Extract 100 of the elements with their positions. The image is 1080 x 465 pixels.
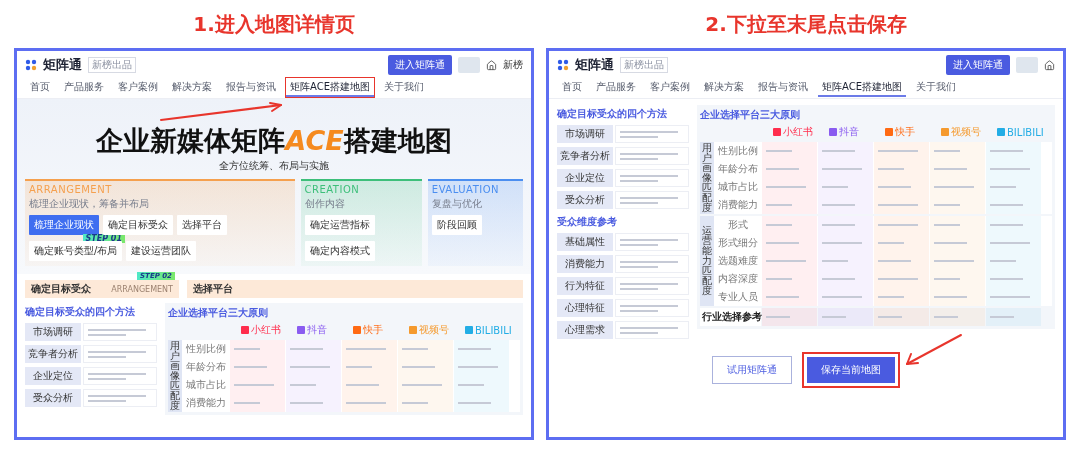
nav-link[interactable]: 报告与资讯 <box>221 77 281 98</box>
enter-app-button[interactable]: 进入矩阵通 <box>388 55 452 75</box>
nav-link[interactable]: 解决方案 <box>167 77 217 98</box>
blurred-text-line <box>766 150 792 152</box>
blurred-text-line <box>878 278 918 280</box>
blurred-text-line <box>766 204 792 206</box>
logo-icon <box>557 59 569 71</box>
blurred-text-line <box>620 265 659 268</box>
blurred-text-line <box>878 242 904 244</box>
nav-link[interactable]: 关于我们 <box>378 77 429 98</box>
blurred-text-line <box>990 316 1014 318</box>
blurred-text-line <box>822 150 855 152</box>
blurred-text-line <box>88 328 146 331</box>
nav-link[interactable]: 矩阵ACE搭建地图 <box>285 77 375 98</box>
user-name[interactable]: 新榜 <box>503 58 523 72</box>
blurred-text-line <box>620 326 678 329</box>
home-icon[interactable] <box>486 59 497 71</box>
blurred-text-line <box>822 186 848 188</box>
nav-link[interactable]: 首页 <box>557 77 587 98</box>
step-button[interactable]: 阶段回顾 <box>431 215 482 235</box>
blurred-text-line <box>88 399 127 402</box>
blurred-text-line <box>402 348 428 350</box>
step-caption: 2.下拉至末尾点击保存 <box>705 11 907 38</box>
method-label: 心理需求 <box>557 321 613 339</box>
method-label: 竞争者分析 <box>557 147 613 165</box>
blurred-text-line <box>822 168 862 170</box>
blurred-text-line <box>878 150 918 152</box>
blurred-text-line <box>822 316 846 318</box>
step-button[interactable]: 确定运营指标 <box>304 215 375 235</box>
step-button[interactable]: 选择平台 <box>177 215 227 235</box>
blurred-text-line <box>878 260 911 262</box>
section-ghost-label: ARRANGEMENT <box>111 284 173 294</box>
trial-button[interactable]: 试用矩阵通 <box>712 356 792 384</box>
blurred-text-line <box>822 296 862 298</box>
method-label: 竞争者分析 <box>25 345 81 363</box>
blurred-text-line <box>290 366 330 368</box>
blurred-text-line <box>934 204 960 206</box>
blurred-text-line <box>766 224 792 226</box>
blurred-text-line <box>766 296 799 298</box>
blurred-text-line <box>990 204 1023 206</box>
group-label: 用户画像匹配度 <box>700 142 714 214</box>
nav-link[interactable]: 客户案例 <box>113 77 163 98</box>
nav-link[interactable]: 关于我们 <box>910 77 961 98</box>
step-button[interactable]: 梳理企业现状 <box>29 215 99 235</box>
blurred-text-line <box>822 204 855 206</box>
blurred-text-line <box>878 204 918 206</box>
enter-app-button[interactable]: 进入矩阵通 <box>946 55 1010 75</box>
list-title: 确定目标受众的四个方法 <box>25 305 136 319</box>
phase-name: CREATION <box>304 184 361 195</box>
blurred-text-line <box>934 150 960 152</box>
blurred-text-line <box>934 168 967 170</box>
blurred-text-line <box>620 238 678 241</box>
blurred-text-line <box>290 402 323 404</box>
nav-link[interactable]: 产品服务 <box>59 77 109 98</box>
blurred-text-line <box>990 278 1023 280</box>
step-button[interactable]: 确定目标受众 <box>103 215 173 235</box>
blurred-text-line <box>458 402 491 404</box>
platform-name: 快手 <box>363 323 383 337</box>
blurred-text-line <box>402 402 428 404</box>
phase-note: 创作内容 <box>304 197 346 211</box>
nav-link[interactable]: 产品服务 <box>591 77 641 98</box>
blurred-text-line <box>620 287 659 290</box>
blurred-text-line <box>934 242 967 244</box>
blurred-text-line <box>620 309 659 312</box>
nav-link[interactable]: 首页 <box>25 77 55 98</box>
method-label: 行为特征 <box>557 277 613 295</box>
platform-name: 抖音 <box>839 125 859 139</box>
platform-name: BILIBILI <box>475 324 512 336</box>
blurred-text-line <box>990 242 1030 244</box>
blurred-text-line <box>620 201 659 204</box>
step-button[interactable]: 确定账号类型/布局 <box>29 241 123 261</box>
step-button[interactable]: 确定内容模式 <box>304 241 375 261</box>
phase-note: 复盘与优化 <box>431 197 483 211</box>
blurred-text-line <box>346 348 386 350</box>
brand-badge: 新榜出品 <box>620 57 668 73</box>
pointer-arrow <box>906 334 962 365</box>
blurred-text-line <box>990 296 1030 298</box>
save-button[interactable]: 保存当前地图 <box>802 352 900 388</box>
blurred-text-line <box>878 224 918 226</box>
row-label: 城市占比 <box>717 180 759 194</box>
blurred-text-line <box>990 186 1016 188</box>
section-title: 确定目标受众 <box>31 282 91 296</box>
home-icon[interactable] <box>1044 59 1055 71</box>
nav-link[interactable]: 报告与资讯 <box>753 77 813 98</box>
blurred-text-line <box>620 174 678 177</box>
site-logo[interactable]: 矩阵通 <box>575 56 614 74</box>
section-title: 选择平台 <box>193 282 233 296</box>
blurred-text-line <box>620 196 678 199</box>
blurred-text-line <box>402 366 435 368</box>
platform-name: 视频号 <box>951 125 981 139</box>
blurred-text-line <box>990 150 1023 152</box>
site-logo[interactable]: 矩阵通 <box>43 56 82 74</box>
blurred-text-line <box>822 260 848 262</box>
blurred-text-line <box>290 348 323 350</box>
nav-link[interactable]: 解决方案 <box>699 77 749 98</box>
step-button[interactable]: 建设运营团队 <box>126 241 197 261</box>
nav-link[interactable]: 客户案例 <box>645 77 695 98</box>
nav-link[interactable]: 矩阵ACE搭建地图 <box>817 77 907 98</box>
blurred-text-line <box>234 366 267 368</box>
blurred-text-line <box>766 260 806 262</box>
